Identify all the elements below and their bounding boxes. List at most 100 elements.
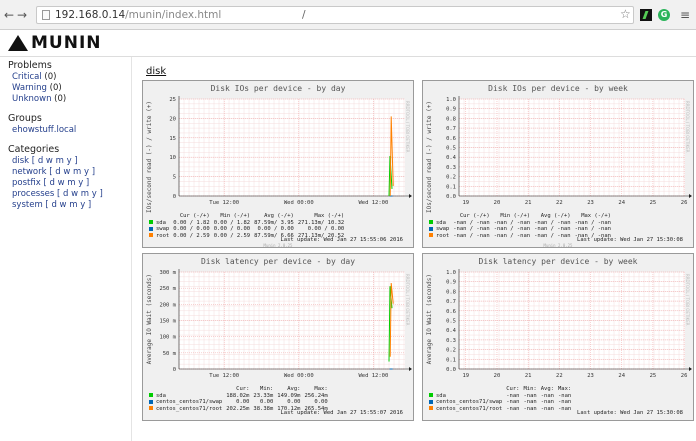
y-tick-label: 0: [173, 367, 176, 373]
category-period-links[interactable]: [ d w m y ]: [29, 156, 78, 166]
legend-header-cell: Min (-/+): [220, 213, 251, 219]
legend-cur: -nan / -nan: [453, 226, 490, 232]
munin-version: Munin 2.0.25: [543, 243, 573, 248]
legend-cur: 0.00 / 0.00: [173, 226, 210, 232]
group-item: ehowstuff.local: [12, 125, 131, 136]
problem-link-warning[interactable]: Warning: [12, 83, 47, 93]
groups-heading: Groups: [8, 113, 42, 124]
category-item: network [ d w m y ]: [12, 167, 131, 178]
legend-max: -nan: [557, 405, 572, 412]
y-tick-label: 0.7: [446, 299, 456, 305]
legend-swatch: [149, 406, 153, 410]
legend-header-cell: Cur (-/+): [179, 213, 210, 219]
category-item: postfix [ d w m y ]: [12, 178, 131, 189]
y-tick-label: 0.1: [446, 184, 456, 190]
category-period-links[interactable]: [ d w m y ]: [54, 189, 103, 199]
problem-count: (0): [51, 94, 67, 104]
problem-link-critical[interactable]: Critical: [12, 72, 42, 82]
category-link-system[interactable]: system: [12, 200, 43, 210]
group-link[interactable]: ehowstuff.local: [12, 125, 76, 135]
x-tick-label: Tue 12:00: [209, 373, 239, 379]
graph-panel-1[interactable]: Disk IOs per device - by week IOs/second …: [422, 80, 694, 248]
x-axis-arrow: [409, 367, 412, 371]
y-tick-label: 0.9: [446, 280, 456, 286]
url-path: /munin/index.html: [125, 9, 222, 21]
browser-menu-icon[interactable]: ≡: [680, 8, 690, 22]
legend-avg: -nan / -nan: [534, 232, 571, 239]
category-period-links[interactable]: [ d w m y ]: [43, 200, 91, 210]
legend-min: -nan / -nan: [493, 232, 531, 239]
legend-header-cell: Max (-/+): [581, 213, 611, 219]
y-tick-label: 0.5: [446, 146, 456, 152]
graph-legend: Cur (-/+) Min (-/+) Avg (-/+) Max (-/+) sda -…: [429, 213, 615, 239]
logo-text: MUNIN: [31, 33, 102, 53]
bookmark-star-icon[interactable]: ☆: [620, 7, 631, 21]
x-tick-label: 25: [650, 200, 657, 206]
munin-version: Munin 2.0.25: [263, 243, 293, 248]
x-tick-label: 19: [462, 200, 469, 206]
y-tick-label: 0: [173, 194, 176, 200]
groups-group: Groups ehowstuff.local: [0, 113, 131, 136]
munin-logo[interactable]: MUNIN: [8, 33, 102, 53]
legend-cur: -nan / -nan: [453, 232, 490, 239]
graph-panel-2[interactable]: Disk latency per device - by day Average …: [142, 253, 414, 421]
legend-min: -nan / -nan: [493, 226, 531, 232]
x-axis-arrow: [689, 367, 692, 371]
section-title-disk[interactable]: disk: [146, 66, 166, 77]
legend-swatch: [149, 399, 153, 404]
y-tick-label: 0.0: [446, 367, 456, 373]
y-tick-label: 10: [169, 155, 176, 161]
graph-legend: Cur (-/+) Min (-/+) Avg (-/+) Max (-/+) sda 0…: [149, 213, 348, 239]
legend-header-cell: Cur (-/+): [459, 213, 490, 219]
y-tick-label: 0.5: [446, 319, 456, 325]
problem-count: (0): [41, 72, 57, 82]
problem-link-unknown[interactable]: Unknown: [12, 94, 51, 104]
last-update: Last update: Wed Jan 27 15:30:08: [577, 410, 683, 416]
legend-swatch: [149, 220, 153, 224]
legend-header-cell: Avg (-/+): [540, 213, 571, 219]
legend-row: centos_centos71/swap -nan -nan -nan -nan: [429, 399, 575, 406]
category-period-links[interactable]: [ d w m y ]: [47, 167, 95, 177]
x-tick-label: 22: [556, 373, 563, 379]
category-item: processes [ d w m y ]: [12, 189, 131, 200]
y-tick-label: 0.6: [446, 136, 456, 142]
x-tick-label: 23: [587, 200, 594, 206]
legend-avg: -nan: [540, 405, 554, 412]
x-axis-arrow: [689, 194, 692, 198]
graph-panel-0[interactable]: Disk IOs per device - by day IOs/second r…: [142, 80, 414, 248]
category-period-links[interactable]: [ d w m y ]: [41, 178, 89, 188]
category-item: system [ d w m y ]: [12, 200, 131, 211]
legend-swatch: [429, 406, 433, 410]
forward-icon[interactable]: →: [17, 8, 27, 22]
y-tick-label: 25: [169, 97, 176, 103]
graph-panel-3[interactable]: Disk latency per device - by week Average…: [422, 253, 694, 421]
y-tick-label: 0.2: [446, 175, 456, 181]
y-tick-label: 0.9: [446, 107, 456, 113]
category-item: disk [ d w m y ]: [12, 156, 131, 167]
x-tick-label: Wed 12:00: [358, 200, 388, 206]
back-icon[interactable]: ←: [4, 8, 14, 22]
category-link-processes[interactable]: processes: [12, 189, 54, 199]
problem-item: Critical (0): [12, 72, 131, 83]
text-cursor: /: [302, 9, 306, 21]
y-tick-label: 0.2: [446, 348, 456, 354]
category-link-postfix[interactable]: postfix: [12, 178, 41, 188]
x-tick-label: 22: [556, 200, 563, 206]
extension-grammarly-icon[interactable]: G: [658, 9, 670, 21]
address-bar[interactable]: 192.168.0.14/munin/index.html /: [36, 6, 634, 24]
category-link-network[interactable]: network: [12, 167, 47, 177]
x-tick-label: 24: [618, 373, 625, 379]
x-tick-label: 26: [681, 373, 688, 379]
extension-terminal-icon[interactable]: [640, 9, 652, 21]
y-tick-label: 0.1: [446, 357, 456, 363]
legend-swatch: [429, 399, 433, 404]
y-tick-label: 0.3: [446, 338, 456, 344]
x-tick-label: 19: [462, 373, 469, 379]
categories-group: Categories disk [ d w m y ] network [ d w…: [0, 144, 131, 211]
legend-swatch: [429, 233, 433, 237]
category-link-disk[interactable]: disk: [12, 156, 29, 166]
legend-table: Cur: Min: Avg: Max: sda -nan -nan -nan -nan cento…: [429, 386, 575, 412]
url-host: 192.168.0.14: [55, 9, 126, 21]
x-tick-label: 21: [525, 373, 532, 379]
x-tick-label: 20: [494, 200, 501, 206]
